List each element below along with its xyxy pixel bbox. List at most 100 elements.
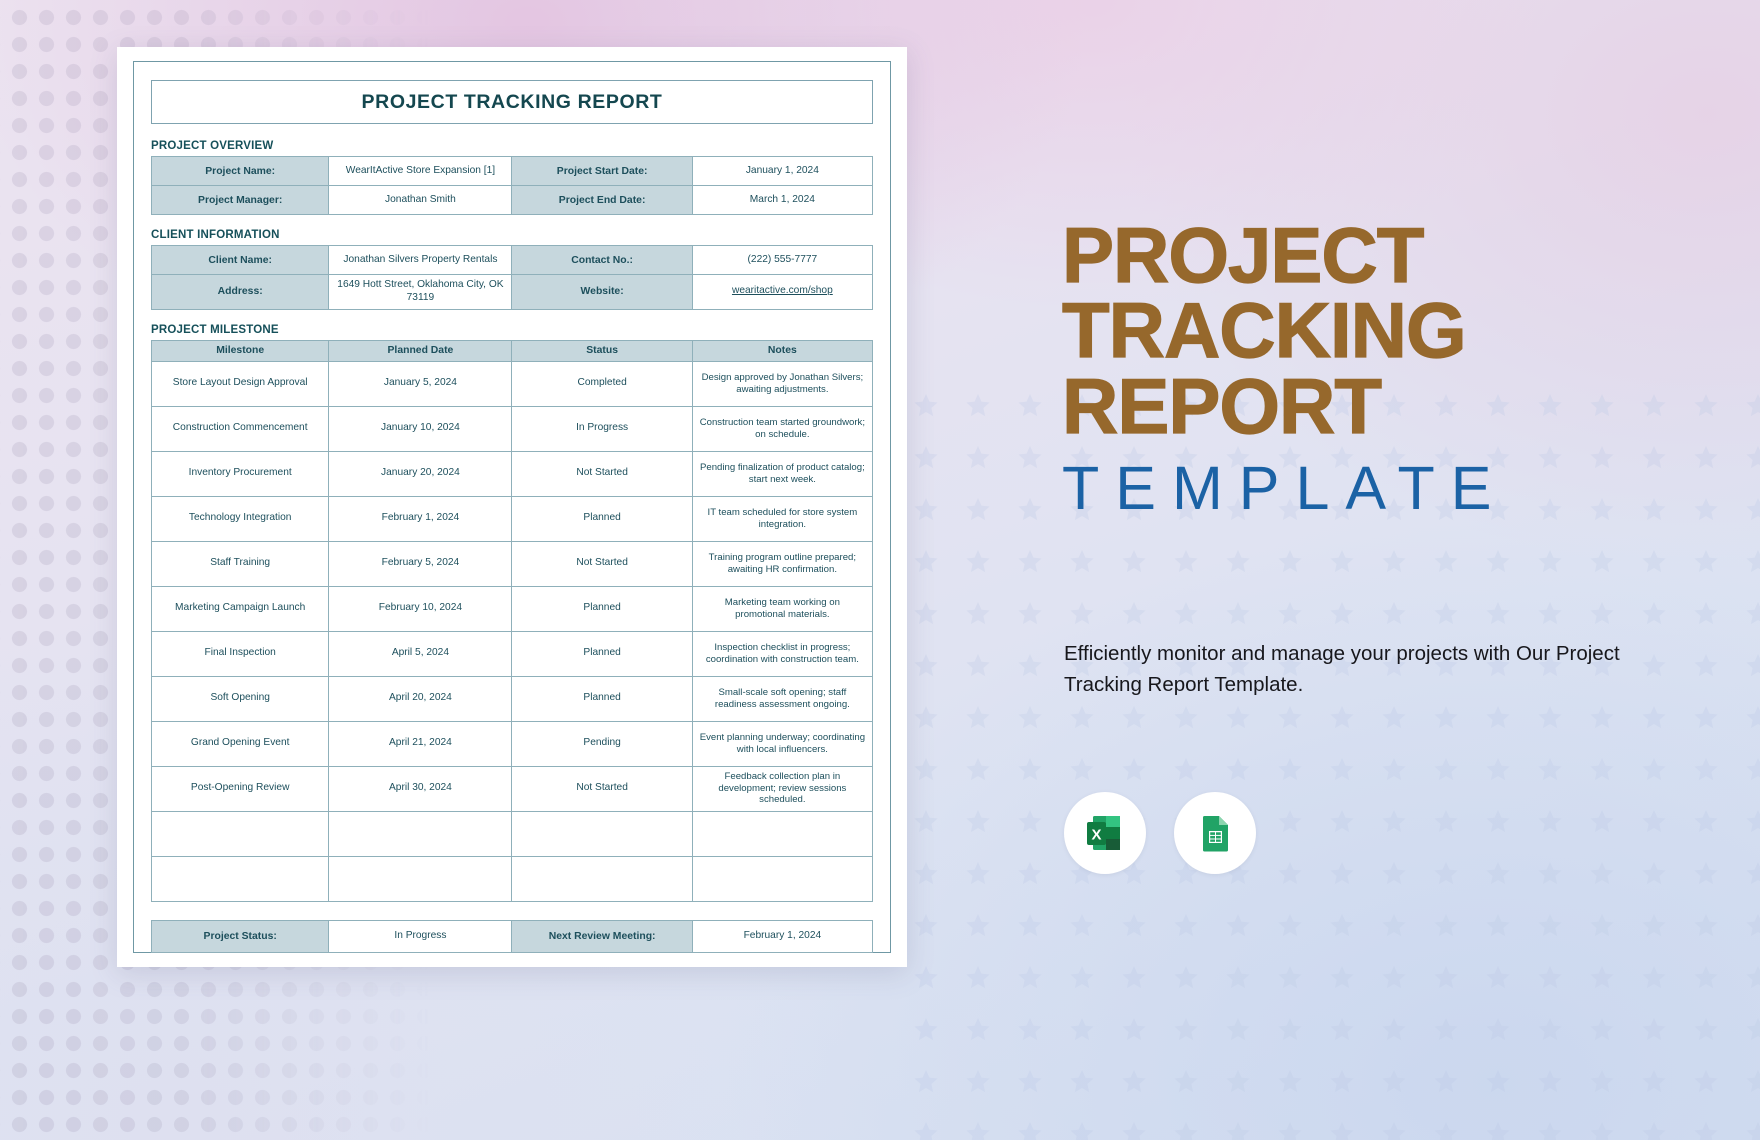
status-cell[interactable]: Planned (511, 495, 693, 542)
section-heading-project-milestone: PROJECT MILESTONE (151, 323, 279, 336)
planned-date-cell[interactable]: January 10, 2024 (328, 405, 513, 452)
excel-icon: X (1087, 816, 1120, 850)
planned-date-cell[interactable] (328, 810, 513, 857)
promo-panel: PROJECT TRACKING REPORT TEMPLATE Efficie… (1061, 0, 1760, 1140)
column-header-milestone: Milestone (150, 339, 330, 362)
address-value[interactable]: 1649 Hott Street, Oklahoma City, OK 7311… (328, 274, 513, 310)
google-sheets-icon (1203, 816, 1228, 852)
planned-date-cell[interactable]: February 10, 2024 (328, 585, 513, 632)
milestone-cell[interactable] (150, 810, 330, 857)
website-label: Website: (511, 274, 693, 310)
project-manager-value[interactable]: Jonathan Smith (328, 185, 513, 215)
planned-date-cell[interactable]: April 21, 2024 (328, 720, 513, 767)
notes-cell[interactable]: Design approved by Jonathan Silvers; awa… (691, 360, 874, 407)
table-row: Store Layout Design Approval January 5, 2… (150, 360, 874, 407)
status-cell[interactable] (511, 855, 693, 902)
planned-date-cell[interactable]: February 1, 2024 (328, 495, 513, 542)
footer-status-wrap: Project Status: In Progress Next Review … (150, 919, 874, 953)
planned-date-cell[interactable]: January 20, 2024 (328, 450, 513, 497)
svg-text:X: X (1091, 827, 1101, 844)
status-cell[interactable]: Not Started (511, 540, 693, 587)
promo-line-2: TRACKING (1061, 286, 1467, 375)
notes-cell[interactable]: Small-scale soft opening; staff readines… (691, 675, 874, 722)
status-cell[interactable]: Not Started (511, 450, 693, 497)
notes-cell[interactable]: Marketing team working on promotional ma… (691, 585, 874, 632)
status-cell[interactable]: In Progress (511, 405, 693, 452)
milestone-cell[interactable] (150, 855, 330, 902)
notes-cell[interactable]: IT team scheduled for store system integ… (691, 495, 874, 542)
column-header-notes: Notes (691, 339, 874, 362)
excel-badge[interactable]: X (1064, 792, 1146, 874)
notes-cell[interactable]: Inspection checklist in progress; coordi… (691, 630, 874, 677)
status-cell[interactable] (511, 810, 693, 857)
project-name-value[interactable]: WearItActive Store Expansion [1] (328, 156, 513, 186)
milestone-cell[interactable]: Store Layout Design Approval (150, 360, 330, 407)
project-manager-label: Project Manager: (150, 185, 330, 215)
status-cell[interactable]: Planned (511, 675, 693, 722)
table-row: Client Name: Jonathan Silvers Property R… (150, 245, 874, 275)
table-row: Grand Opening Event April 21, 2024 Pending… (150, 720, 874, 767)
table-row: Marketing Campaign Launch February 10, 20… (150, 585, 874, 632)
project-status-label: Project Status: (150, 919, 330, 953)
website-value-cell: wearitactive.com/shop (691, 274, 874, 310)
table-header-row: Milestone Planned Date Status Notes (150, 339, 874, 362)
planned-date-cell[interactable]: April 5, 2024 (328, 630, 513, 677)
promo-line-1: PROJECT (1061, 211, 1425, 299)
project-end-date-value[interactable]: March 1, 2024 (691, 185, 874, 215)
table-row: Project Manager: Jonathan Smith Project … (150, 185, 874, 215)
notes-cell[interactable]: Feedback collection plan in development;… (691, 765, 874, 812)
project-name-label: Project Name: (150, 156, 330, 186)
planned-date-cell[interactable]: April 30, 2024 (328, 765, 513, 812)
table-row: Technology Integration February 1, 2024 Pl… (150, 495, 874, 542)
promo-description: Efficiently monitor and manage your proj… (1064, 642, 1620, 697)
project-status-table: Project Status: In Progress Next Review … (150, 919, 874, 953)
notes-cell[interactable]: Event planning underway; coordinating wi… (691, 720, 874, 767)
notes-cell[interactable] (691, 810, 874, 857)
client-name-value[interactable]: Jonathan Silvers Property Rentals (328, 245, 513, 275)
planned-date-cell[interactable]: January 5, 2024 (328, 360, 513, 407)
status-cell[interactable]: Not Started (511, 765, 693, 812)
notes-cell[interactable]: Training program outline prepared; await… (691, 540, 874, 587)
milestone-cell[interactable]: Staff Training (150, 540, 330, 587)
milestone-cell[interactable]: Construction Commencement (150, 405, 330, 452)
milestone-cell[interactable]: Soft Opening (150, 675, 330, 722)
contact-no-value[interactable]: (222) 555-7777 (691, 245, 874, 275)
project-start-date-label: Project Start Date: (511, 156, 693, 186)
milestone-cell[interactable]: Post-Opening Review (150, 765, 330, 812)
project-status-value[interactable]: In Progress (328, 919, 513, 953)
milestone-cell[interactable]: Inventory Procurement (150, 450, 330, 497)
milestone-cell[interactable]: Marketing Campaign Launch (150, 585, 330, 632)
milestone-cell[interactable]: Final Inspection (150, 630, 330, 677)
status-cell[interactable]: Pending (511, 720, 693, 767)
document-page: PROJECT TRACKING REPORT PROJECT OVERVIEW… (117, 47, 907, 967)
notes-cell[interactable]: Pending finalization of product catalog;… (691, 450, 874, 497)
promo-title: PROJECT TRACKING REPORT TEMPLATE (1061, 211, 1682, 519)
status-cell[interactable]: Planned (511, 585, 693, 632)
planned-date-cell[interactable]: April 20, 2024 (328, 675, 513, 722)
next-review-meeting-value[interactable]: February 1, 2024 (691, 919, 874, 953)
website-link[interactable]: wearitactive.com/shop (732, 285, 833, 296)
format-badges: X (1064, 792, 1256, 874)
google-sheets-badge[interactable] (1174, 792, 1256, 874)
section-heading-project-overview: PROJECT OVERVIEW (151, 140, 274, 152)
report-title-banner: PROJECT TRACKING REPORT (151, 80, 873, 124)
planned-date-cell[interactable]: February 5, 2024 (328, 540, 513, 587)
client-name-label: Client Name: (150, 245, 330, 275)
status-cell[interactable]: Planned (511, 630, 693, 677)
table-row: Project Name: WearItActive Store Expansi… (150, 156, 874, 186)
milestone-cell[interactable]: Technology Integration (150, 495, 330, 542)
planned-date-cell[interactable] (328, 855, 513, 902)
document-inner-border: PROJECT TRACKING REPORT PROJECT OVERVIEW… (133, 61, 891, 953)
status-cell[interactable]: Completed (511, 360, 693, 407)
table-row: Inventory Procurement January 20, 2024 Not… (150, 450, 874, 497)
notes-cell[interactable] (691, 855, 874, 902)
project-milestone-table: Milestone Planned Date Status Notes Stor… (150, 339, 874, 902)
promo-line-3: REPORT (1061, 361, 1382, 450)
column-header-planned-date: Planned Date (328, 339, 513, 362)
next-review-meeting-label: Next Review Meeting: (511, 919, 693, 953)
project-start-date-value[interactable]: January 1, 2024 (691, 156, 874, 186)
milestone-cell[interactable]: Grand Opening Event (150, 720, 330, 767)
table-row (150, 855, 874, 902)
table-row: Soft Opening April 20, 2024 Planned Small-s… (150, 675, 874, 722)
notes-cell[interactable]: Construction team started groundwork; on… (691, 405, 874, 452)
